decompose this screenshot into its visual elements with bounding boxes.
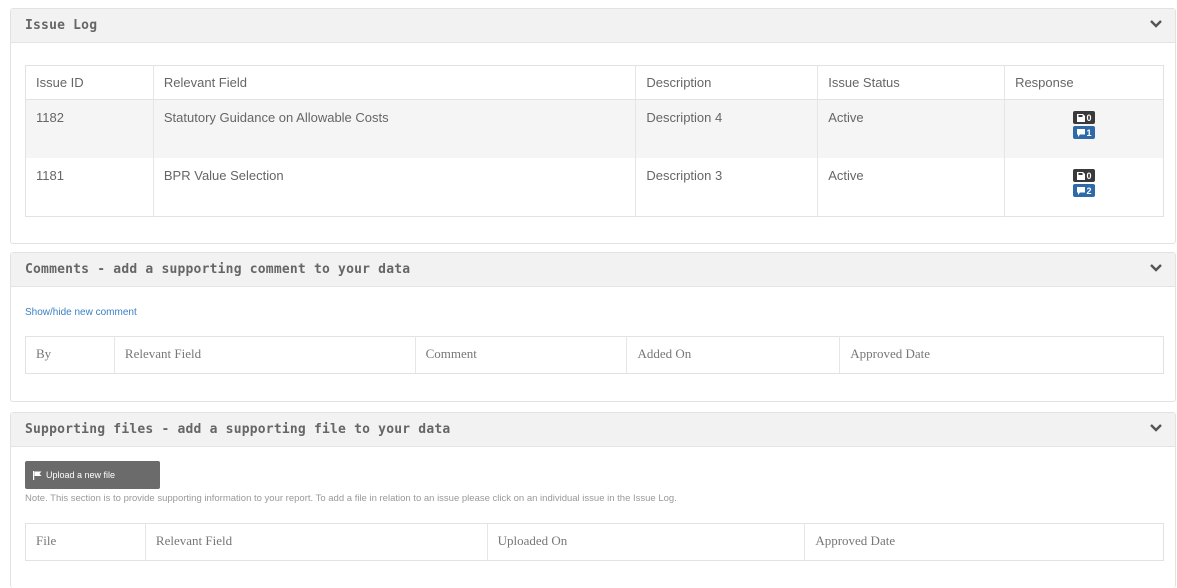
comments-table: By Relevant Field Comment Added On Appro… xyxy=(25,336,1164,374)
column-header-relevant-field[interactable]: Relevant Field xyxy=(113,336,416,374)
comments-badge[interactable]: 1 xyxy=(1073,126,1096,139)
response-cell: 0 1 xyxy=(1004,99,1164,158)
floppy-icon xyxy=(1076,113,1085,122)
table-header-row: By Relevant Field Comment Added On Appro… xyxy=(25,336,1164,374)
issue-id-cell: 1182 xyxy=(25,99,154,158)
column-header-uploaded-on[interactable]: Uploaded On xyxy=(486,523,805,561)
flag-icon xyxy=(33,470,42,480)
column-header-issue-status[interactable]: Issue Status xyxy=(817,65,1005,100)
column-header-response[interactable]: Response xyxy=(1004,65,1164,100)
issue-log-title: Issue Log xyxy=(25,18,98,33)
relevant-field-cell: BPR Value Selection xyxy=(152,158,636,217)
comment-icon xyxy=(1076,128,1085,137)
comment-icon xyxy=(1076,186,1085,195)
comments-count: 2 xyxy=(1086,185,1092,196)
issue-status-cell: Active xyxy=(817,158,1005,217)
column-header-issue-id[interactable]: Issue ID xyxy=(25,65,154,100)
issue-id-cell: 1181 xyxy=(36,168,64,183)
relevant-field-cell: Statutory Guidance on Allowable Costs xyxy=(152,99,636,158)
table-row[interactable]: 1181 BPR Value Selection Description 3 A… xyxy=(26,158,1164,217)
files-count: 0 xyxy=(1086,112,1092,123)
supporting-files-header[interactable]: Supporting files - add a supporting file… xyxy=(11,413,1175,447)
column-header-relevant-field[interactable]: Relevant Field xyxy=(152,65,636,100)
column-header-description[interactable]: Description xyxy=(635,65,818,100)
chevron-down-icon[interactable] xyxy=(1149,17,1163,31)
files-count: 0 xyxy=(1086,170,1092,181)
column-header-added-on[interactable]: Added On xyxy=(626,336,840,374)
column-header-file[interactable]: File xyxy=(25,523,146,561)
response-cell: 0 2 xyxy=(1004,158,1164,217)
issue-status-cell: Active xyxy=(817,99,1005,158)
upload-file-label: Upload a new file xyxy=(46,470,116,480)
files-badge[interactable]: 0 xyxy=(1073,111,1096,124)
files-note: Note. This section is to provide support… xyxy=(25,493,677,504)
column-header-approved-date[interactable]: Approved Date xyxy=(804,523,1164,561)
supporting-files-panel: Supporting files - add a supporting file… xyxy=(10,412,1176,588)
chevron-down-icon[interactable] xyxy=(1149,421,1163,435)
issue-log-header[interactable]: Issue Log xyxy=(11,9,1175,43)
files-badge[interactable]: 0 xyxy=(1073,169,1096,182)
description-cell: Description 4 xyxy=(635,99,818,158)
table-row[interactable]: 1182 Statutory Guidance on Allowable Cos… xyxy=(25,99,1164,158)
chevron-down-icon[interactable] xyxy=(1149,261,1163,275)
issue-log-panel: Issue Log Issue ID Relevant Field Descri… xyxy=(10,8,1176,244)
table-header-row: Issue ID Relevant Field Description Issu… xyxy=(25,65,1164,100)
comments-count: 1 xyxy=(1086,127,1092,138)
comments-title: Comments - add a supporting comment to y… xyxy=(25,262,411,277)
column-header-approved-date[interactable]: Approved Date xyxy=(839,336,1164,374)
column-header-comment[interactable]: Comment xyxy=(414,336,627,374)
floppy-icon xyxy=(1076,171,1085,180)
column-header-by[interactable]: By xyxy=(25,336,115,374)
show-hide-comment-link[interactable]: Show/hide new comment xyxy=(25,307,137,318)
description-cell: Description 3 xyxy=(635,158,818,217)
column-header-relevant-field[interactable]: Relevant Field xyxy=(144,523,488,561)
upload-file-button[interactable]: Upload a new file xyxy=(25,461,160,489)
supporting-files-table: File Relevant Field Uploaded On Approved… xyxy=(25,523,1164,561)
comments-panel: Comments - add a supporting comment to y… xyxy=(10,252,1176,402)
table-header-row: File Relevant Field Uploaded On Approved… xyxy=(25,523,1164,561)
comments-badge[interactable]: 2 xyxy=(1073,184,1096,197)
supporting-files-title: Supporting files - add a supporting file… xyxy=(25,422,451,437)
issue-log-table: Issue ID Relevant Field Description Issu… xyxy=(25,65,1164,217)
comments-header[interactable]: Comments - add a supporting comment to y… xyxy=(11,253,1175,287)
